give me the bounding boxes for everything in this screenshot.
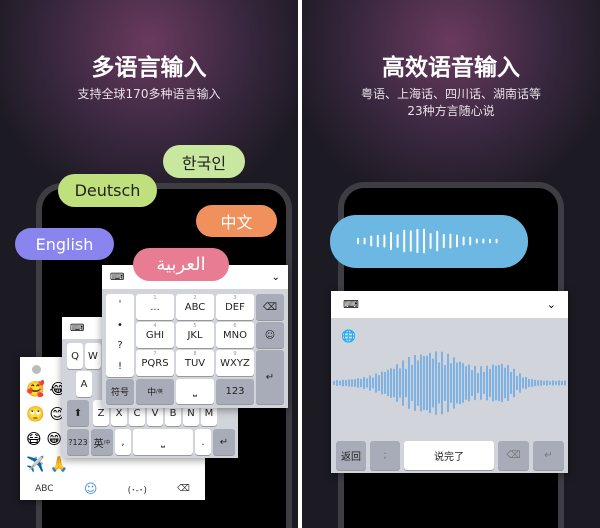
t9-key[interactable]: 2 ABC <box>176 294 214 320</box>
enter-key[interactable]: ↵ <box>213 429 235 455</box>
right-subtitle-2: 23种方言随心说 <box>407 104 495 118</box>
key-a[interactable]: A <box>76 371 92 397</box>
key-letters: GHI <box>145 329 165 341</box>
chevron-down-icon[interactable]: ⌄ <box>547 298 556 311</box>
lang-key[interactable]: 英/中 <box>91 429 113 455</box>
space-key[interactable]: ⎵ <box>176 379 214 404</box>
emoji-bottom-bar: ABC ☺ (･-･) ⌫ <box>20 478 205 500</box>
shift-key[interactable]: ⬆ <box>67 400 89 426</box>
bubble-english: English <box>15 228 114 260</box>
numbers-key[interactable]: ?123 <box>67 429 89 455</box>
keyboard-logo-icon[interactable]: ⌨ <box>110 272 124 283</box>
t9-key[interactable]: 7 PQRS <box>136 350 174 376</box>
backspace-icon[interactable]: ⌫ <box>177 484 190 494</box>
enter-key[interactable]: ↵ <box>533 441 564 470</box>
key-number: 3 <box>233 295 237 301</box>
t9-keyboard: ⌨ ⌄ ' •?! 1... 2 ABC 3 DEF 4 GHI 5 JKL 6 MNO 7 PQRS 8 TU… <box>102 265 288 408</box>
emoji[interactable]: 🥰 <box>26 380 45 398</box>
space-key[interactable]: ⎵ <box>133 429 193 455</box>
voice-keyboard: ⌨ ⌄ 🌐 返回 ; 说完了 ⌫ ↵ <box>331 291 568 473</box>
key-letters: TUV <box>184 357 206 369</box>
left-subtitle: 支持全球170多种语言输入 <box>77 87 221 101</box>
comma-key[interactable]: , <box>115 429 131 455</box>
numbers-key[interactable]: 123 <box>216 379 254 404</box>
t9-key[interactable]: 5 JKL <box>176 322 214 348</box>
emoji-tab-icon[interactable]: ☺ <box>84 482 98 497</box>
t9-key[interactable]: 3 DEF <box>216 294 254 320</box>
lang-sub: /英 <box>156 389 163 395</box>
voice-wave-icon <box>357 228 498 254</box>
t9-key[interactable]: 9 WXYZ <box>216 350 254 376</box>
bubble-arabic: العربية <box>133 248 229 281</box>
key-q[interactable]: Q <box>67 343 83 369</box>
emoji[interactable]: 😷 <box>26 430 42 448</box>
lang-label: 中 <box>147 388 157 398</box>
bubble-korean: 한국인 <box>163 145 245 178</box>
symbol-key[interactable]: 符号 <box>106 379 134 404</box>
emoji-key[interactable]: ☺ <box>256 322 284 348</box>
keyboard-logo-icon[interactable]: ⌨ <box>70 323 84 334</box>
left-title: 多语言输入 <box>91 55 207 81</box>
backspace-key[interactable]: ⌫ <box>498 441 529 470</box>
chevron-down-icon[interactable]: ⌄ <box>272 272 280 283</box>
punct[interactable]: • <box>117 320 123 331</box>
key-number: 8 <box>193 351 197 357</box>
right-panel: 高效语音输入 粤语、上海话、四川话、湖南话等 23种方言随心说 ⌨ ⌄ 🌐 返回 … <box>302 0 600 528</box>
punct[interactable]: ? <box>117 340 122 351</box>
key-letters: ABC <box>184 301 206 313</box>
right-title: 高效语音输入 <box>382 55 520 81</box>
t9-key[interactable]: 4 GHI <box>136 322 174 348</box>
voice-bubble <box>330 215 528 268</box>
t9-key[interactable]: 8 TUV <box>176 350 214 376</box>
key-letters: ... <box>150 301 160 313</box>
toolbar: ⌨ ⌄ <box>331 291 568 318</box>
enter-key[interactable]: ↵ <box>256 350 284 404</box>
done-speaking-button[interactable]: 说完了 <box>404 441 494 470</box>
kaomoji-button[interactable]: (･-･) <box>128 483 147 496</box>
key-letters: PQRS <box>141 357 169 369</box>
key-letters: DEF <box>225 301 245 313</box>
key-number: 9 <box>233 351 237 357</box>
t9-key[interactable]: 6 MNO <box>216 322 254 348</box>
bubble-german: Deutsch <box>58 174 157 207</box>
key-letters: JKL <box>187 329 203 341</box>
bubble-chinese: 中文 <box>196 205 277 237</box>
semicolon-key[interactable]: ; <box>370 441 400 470</box>
key-letters: MNO <box>223 329 247 341</box>
emoji[interactable]: 🙄 <box>26 405 45 423</box>
key-w[interactable]: W <box>85 343 101 369</box>
backspace-key[interactable]: ⌫ <box>256 294 284 320</box>
globe-icon[interactable]: 🌐 <box>341 329 356 343</box>
key-letters: WXYZ <box>220 357 250 369</box>
back-button[interactable]: 返回 <box>336 441 366 470</box>
keyboard-logo-icon[interactable]: ⌨ <box>343 298 359 311</box>
voice-waveform <box>333 351 566 415</box>
right-subtitle-1: 粤语、上海话、四川话、湖南话等 <box>360 87 541 101</box>
punctuation-column[interactable]: ' •?! <box>106 294 134 377</box>
abc-button[interactable]: ABC <box>35 484 53 494</box>
key-number: 2 <box>193 295 197 301</box>
emoji[interactable]: ✈️ <box>26 455 45 473</box>
key-number: 7 <box>153 351 157 357</box>
key-number: 4 <box>153 323 157 329</box>
key-number: 1 <box>153 295 157 301</box>
lang-sub: /中 <box>103 439 111 446</box>
lang-key[interactable]: 中/英 <box>136 379 174 404</box>
t9-key[interactable]: 1... <box>136 294 174 320</box>
left-panel: 多语言输入 支持全球170多种语言输入 한국인 Deutsch 中文 Engli… <box>0 0 298 528</box>
period-key[interactable]: . <box>195 429 211 455</box>
punct[interactable]: ' <box>119 299 122 310</box>
lang-label: 英 <box>93 438 104 450</box>
key-number: 5 <box>193 323 197 329</box>
recent-clock-icon[interactable] <box>32 365 41 374</box>
punct[interactable]: ! <box>118 361 122 372</box>
emoji[interactable]: 😁 <box>46 430 62 448</box>
key-number: 6 <box>233 323 237 329</box>
